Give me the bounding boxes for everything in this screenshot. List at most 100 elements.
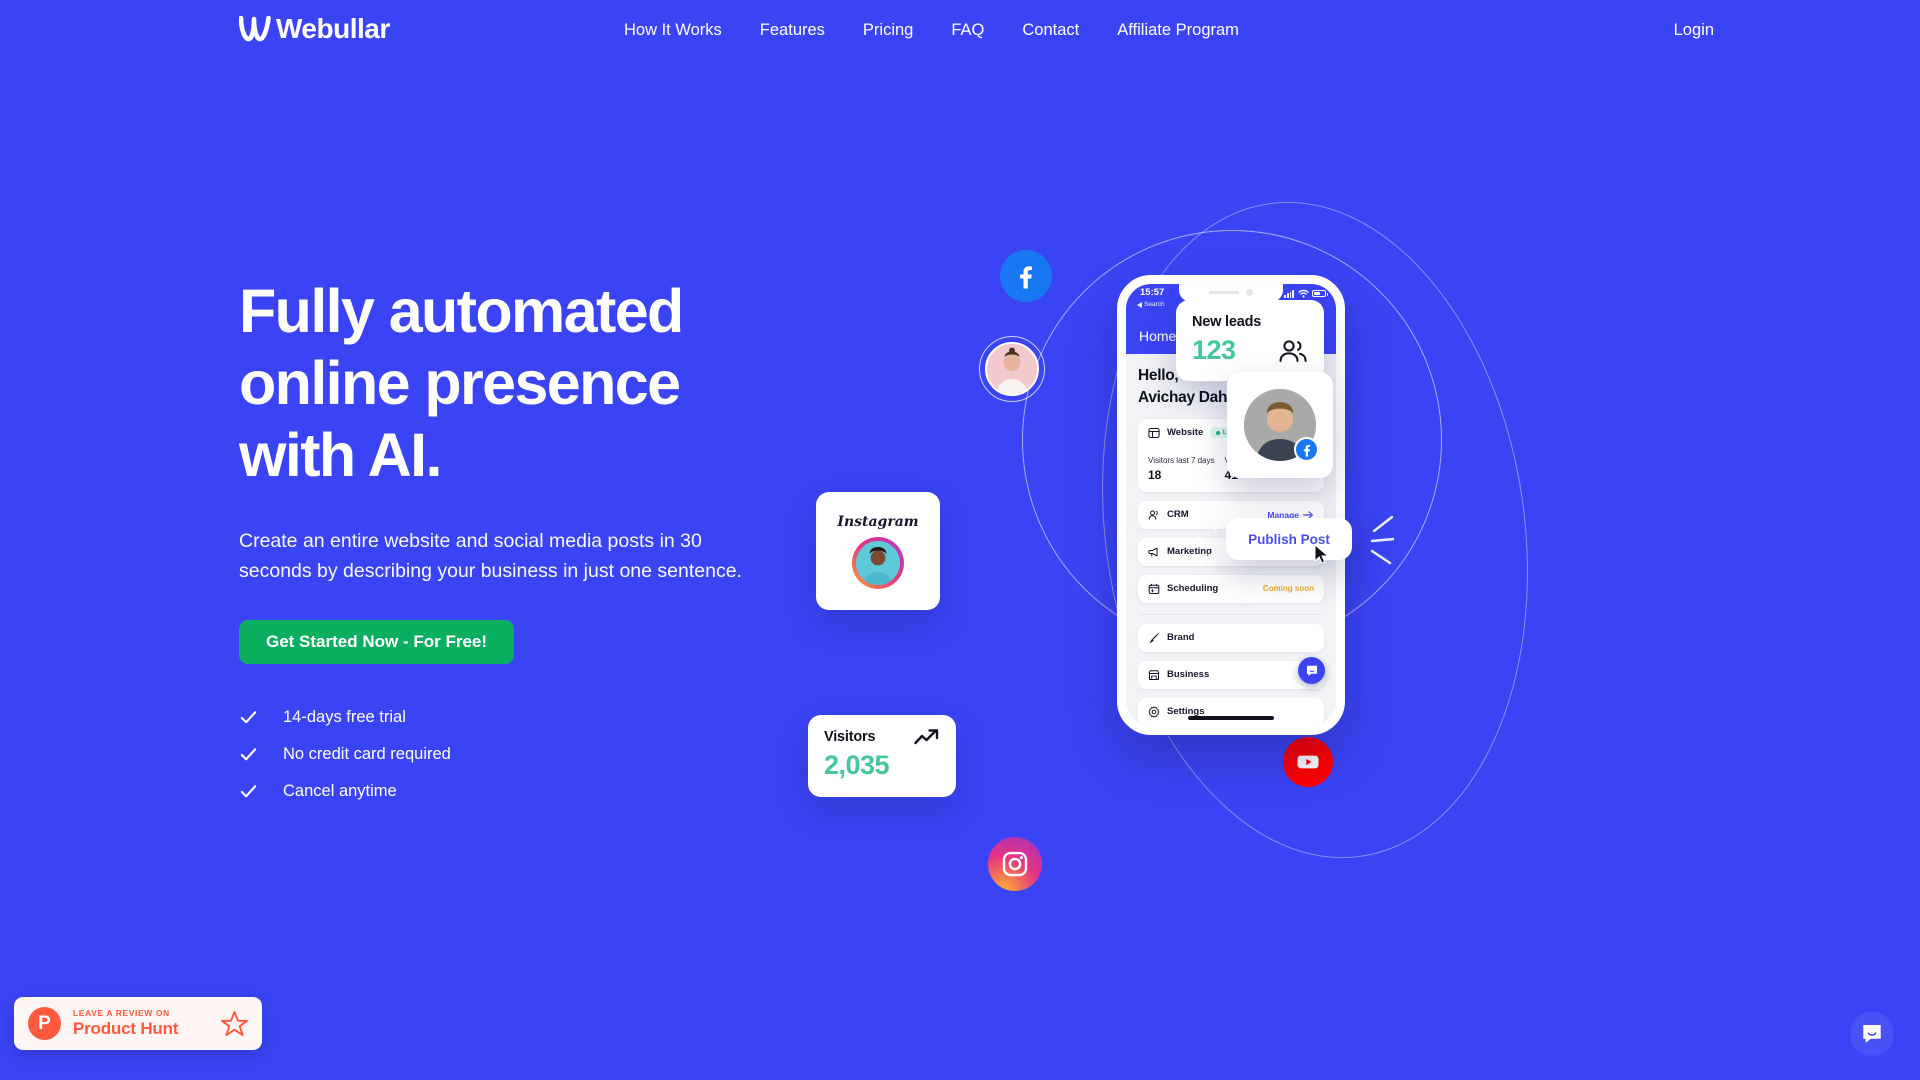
check-icon xyxy=(240,711,257,724)
megaphone-icon xyxy=(1148,547,1158,557)
avatar-image-icon xyxy=(856,540,900,585)
brand-card[interactable]: Brand xyxy=(1138,623,1324,652)
phone-chat-button[interactable] xyxy=(1298,657,1325,684)
new-leads-value: 123 xyxy=(1192,335,1236,365)
bullet-label: Cancel anytime xyxy=(283,782,397,801)
status-time: 15:57 xyxy=(1140,287,1165,298)
product-hunt-logo-icon: P xyxy=(28,1007,61,1040)
visitors-title-row: Visitors xyxy=(824,728,940,746)
battery-icon xyxy=(1312,289,1328,298)
list-item: No credit card required xyxy=(239,745,859,764)
chat-widget-button[interactable] xyxy=(1850,1012,1894,1056)
facebook-badge-icon xyxy=(1294,437,1319,462)
logo-text: Webullar xyxy=(276,13,390,44)
product-hunt-small-label: LEAVE A REVIEW ON xyxy=(73,1008,170,1018)
phone-notch xyxy=(1179,284,1283,302)
login-link[interactable]: Login xyxy=(1674,21,1714,40)
visitors-value: 2,035 xyxy=(824,750,890,780)
settings-card[interactable]: Settings xyxy=(1138,697,1324,726)
stat-label: Visitors last 7 days xyxy=(1148,455,1215,465)
youtube-glyph-icon xyxy=(1297,755,1319,769)
status-back-label: Search xyxy=(1144,301,1165,308)
divider xyxy=(1140,613,1322,615)
scheduling-title-group: Scheduling xyxy=(1148,583,1218,595)
publish-post-button[interactable]: Publish Post xyxy=(1226,518,1352,564)
nav-link-pricing[interactable]: Pricing xyxy=(863,21,913,40)
facebook-profile-card xyxy=(1227,372,1333,478)
click-sparkle-right-icon xyxy=(1370,515,1394,565)
nav-link-contact[interactable]: Contact xyxy=(1022,21,1079,40)
instagram-glyph-icon xyxy=(1002,851,1028,877)
crm-label: CRM xyxy=(1167,509,1189,521)
nav-link-affiliate-program[interactable]: Affiliate Program xyxy=(1117,21,1239,40)
crm-title-group: CRM xyxy=(1148,509,1189,521)
chat-bubble-icon xyxy=(1306,665,1317,676)
signal-icon xyxy=(1284,289,1294,298)
scheduling-label: Scheduling xyxy=(1167,583,1219,595)
new-leads-value-row: 123 xyxy=(1192,335,1308,366)
phone-header-title: Home xyxy=(1139,328,1177,344)
nav-link-how-it-works[interactable]: How It Works xyxy=(624,21,722,40)
list-item: 14-days free trial xyxy=(239,708,859,727)
mouse-cursor-icon xyxy=(1314,544,1330,564)
instagram-icon xyxy=(988,837,1042,891)
avatar-image-icon xyxy=(987,344,1037,394)
business-label: Business xyxy=(1167,669,1210,681)
landing-page: Webullar How It Works Features Pricing F… xyxy=(0,0,1920,1080)
brush-icon xyxy=(1149,633,1159,643)
phone-home-indicator xyxy=(1188,716,1274,720)
bullet-label: 14-days free trial xyxy=(283,708,406,727)
hero-subtitle: Create an entire website and social medi… xyxy=(239,529,742,583)
bullet-label: No credit card required xyxy=(283,745,451,764)
stat-visitors-7: Visitors last 7 days 18 xyxy=(1148,456,1215,482)
gear-icon xyxy=(1148,706,1160,718)
chat-bubble-icon xyxy=(1863,1025,1881,1043)
avatar xyxy=(856,540,900,585)
trending-up-icon xyxy=(914,729,939,745)
main-navbar: Webullar How It Works Features Pricing F… xyxy=(0,0,1920,68)
star-icon xyxy=(221,1010,248,1037)
settings-row: Settings xyxy=(1138,698,1324,726)
status-back-link[interactable]: Search xyxy=(1137,301,1165,308)
wifi-icon xyxy=(1297,289,1309,298)
hero-section: Fully automated online presence with AI.… xyxy=(239,276,859,801)
hero-illustration: 15:57 Search Home Hello, Avichay Dahan! … xyxy=(808,160,1740,920)
facebook-glyph-icon xyxy=(1020,266,1032,289)
list-item: Cancel anytime xyxy=(239,782,859,801)
brand-title-group: Brand xyxy=(1148,632,1194,644)
business-title-group: Business xyxy=(1148,669,1209,681)
new-leads-title: New leads xyxy=(1192,314,1262,330)
instagram-wordmark: Instagram xyxy=(837,513,919,530)
nav-link-features[interactable]: Features xyxy=(760,21,825,40)
check-icon xyxy=(240,748,257,761)
users-icon xyxy=(1148,510,1158,520)
website-label: Website xyxy=(1167,427,1204,439)
coming-soon-badge: Coming soon xyxy=(1262,584,1314,594)
scheduling-card[interactable]: Scheduling Coming soon xyxy=(1138,574,1324,603)
business-card[interactable]: Business xyxy=(1138,660,1324,689)
logo-mark-icon xyxy=(239,16,271,42)
get-started-button[interactable]: Get Started Now - For Free! xyxy=(239,620,515,665)
product-hunt-text: LEAVE A REVIEW ON Product Hunt xyxy=(73,1008,178,1039)
nav-link-faq[interactable]: FAQ xyxy=(951,21,984,40)
users-icon xyxy=(1279,339,1307,362)
product-hunt-badge[interactable]: P LEAVE A REVIEW ON Product Hunt xyxy=(14,997,262,1050)
visitors-card: Visitors 2,035 xyxy=(808,715,956,797)
logo[interactable]: Webullar xyxy=(239,13,390,44)
scheduling-row: Scheduling Coming soon xyxy=(1138,575,1324,603)
page-title: Fully automated online presence with AI. xyxy=(239,277,684,489)
business-row: Business xyxy=(1138,661,1324,689)
feature-bullets: 14-days free trial No credit card requir… xyxy=(239,708,859,801)
facebook-glyph-icon xyxy=(1303,444,1310,457)
speaker-icon xyxy=(1209,290,1239,295)
product-hunt-big-label: Product Hunt xyxy=(73,1019,179,1038)
calendar-icon xyxy=(1148,583,1160,594)
facebook-icon xyxy=(1000,250,1052,302)
instagram-avatar-ring xyxy=(852,536,904,589)
instagram-post-card: Instagram xyxy=(816,492,940,610)
visitors-title: Visitors xyxy=(824,729,876,745)
brand-label: Brand xyxy=(1167,632,1195,644)
stat-value: 18 xyxy=(1148,467,1162,482)
status-indicators xyxy=(1284,289,1328,298)
brand-row: Brand xyxy=(1138,624,1324,652)
